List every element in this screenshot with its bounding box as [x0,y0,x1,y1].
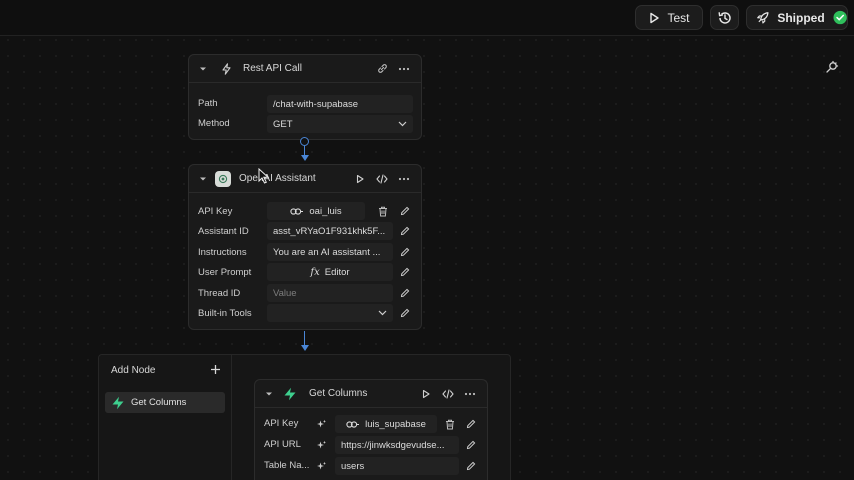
built-in-tools-select[interactable] [267,304,393,322]
instructions-field[interactable]: You are an AI assistant ... [267,243,393,261]
shipped-button[interactable]: Shipped [746,5,848,30]
user-prompt-field[interactable]: fx Editor [267,263,393,281]
function-icon: fx [310,266,320,278]
api-key-value: oai_luis [309,205,342,217]
edge-arrow-icon [301,155,309,161]
supabase-icon [281,385,299,403]
api-key-label: API Key [198,206,233,217]
more-options-icon[interactable] [395,170,413,188]
edit-pencil-icon[interactable] [397,244,413,260]
edge-connector [304,146,305,155]
method-label: Method [198,118,230,129]
method-select[interactable]: GET [267,115,413,133]
check-circle-icon [833,10,847,25]
openai-assistant-node[interactable]: OpenAI Assistant API Key oai_luis Assist… [188,164,422,330]
assistant-id-field[interactable]: asst_vRYaO1F931khk5F... [267,222,393,240]
history-icon [718,11,731,24]
thread-id-field[interactable]: Value [267,284,393,302]
get-columns-header[interactable]: Get Columns [255,380,487,408]
rest-api-call-node[interactable]: Rest API Call Path /chat-with-supabase M… [188,54,422,140]
table-name-label: Table Na... [264,460,310,471]
api-url-field[interactable]: https://jinwksdgevudse... [335,436,459,454]
collapse-chevron-icon[interactable] [197,170,209,188]
api-key-value: luis_supabase [365,418,426,430]
sparkle-icon[interactable] [313,437,329,453]
edit-pencil-icon[interactable] [397,285,413,301]
edit-pencil-icon[interactable] [397,264,413,280]
get-columns-title: Get Columns [309,388,368,399]
debug-icon[interactable] [823,58,841,76]
path-label: Path [198,98,218,109]
user-prompt-label: User Prompt [198,267,252,278]
code-icon[interactable] [373,170,391,188]
run-icon[interactable] [351,170,369,188]
edit-pencil-icon[interactable] [397,305,413,321]
sparkle-icon[interactable] [313,458,329,474]
test-button[interactable]: Test [635,5,703,30]
trash-icon[interactable] [442,416,458,432]
chevron-down-icon [378,310,387,316]
edit-pencil-icon[interactable] [463,458,479,474]
output-handle[interactable] [300,137,309,146]
key-icon [346,420,360,428]
api-url-label: API URL [264,439,301,450]
more-options-icon[interactable] [395,60,413,78]
rest-api-call-title: Rest API Call [243,63,302,74]
user-prompt-value: Editor [324,266,350,278]
edge-arrow-icon [301,345,309,351]
add-node-panel: Add Node Get Columns [99,355,232,480]
trash-icon[interactable] [375,203,391,219]
api-key-label: API Key [264,418,299,429]
key-icon [290,207,304,215]
openai-assistant-title: OpenAI Assistant [239,173,316,184]
add-node-plus-icon[interactable] [208,362,222,376]
api-key-field[interactable]: oai_luis [267,202,365,220]
add-node-title: Add Node [111,365,156,376]
edit-pencil-icon[interactable] [397,223,413,239]
get-columns-node[interactable]: Get Columns API Key luis_supabase API UR… [254,379,488,480]
link-icon[interactable] [373,60,391,78]
built-in-tools-label: Built-in Tools [198,308,252,319]
run-icon[interactable] [417,385,435,403]
api-key-field[interactable]: luis_supabase [335,415,437,433]
edit-pencil-icon[interactable] [397,203,413,219]
mouse-cursor-icon [258,168,270,184]
edit-pencil-icon[interactable] [463,437,479,453]
more-options-icon[interactable] [461,385,479,403]
path-field[interactable]: /chat-with-supabase [267,95,413,113]
test-button-label: Test [667,10,690,25]
collapse-chevron-icon[interactable] [263,385,275,403]
history-button[interactable] [710,5,739,30]
openai-logo-icon [215,170,231,187]
node-item-get-columns[interactable]: Get Columns [105,392,225,413]
node-item-label: Get Columns [131,397,187,408]
rest-api-call-header[interactable]: Rest API Call [189,55,421,83]
assistant-id-label: Assistant ID [198,226,249,237]
edit-pencil-icon[interactable] [463,416,479,432]
supabase-icon [112,396,124,409]
collapse-chevron-icon[interactable] [197,60,209,78]
method-value: GET [273,118,293,130]
lightning-icon [217,60,235,78]
shipped-button-label: Shipped [777,10,825,25]
edge-connector [304,331,305,345]
openai-assistant-header[interactable]: OpenAI Assistant [189,165,421,193]
play-icon [650,12,660,23]
code-icon[interactable] [439,385,457,403]
chevron-down-icon [398,121,407,127]
rocket-icon [757,11,769,24]
table-name-field[interactable]: users [335,457,459,475]
sparkle-icon[interactable] [313,416,329,432]
instructions-label: Instructions [198,247,247,258]
thread-id-label: Thread ID [198,288,241,299]
